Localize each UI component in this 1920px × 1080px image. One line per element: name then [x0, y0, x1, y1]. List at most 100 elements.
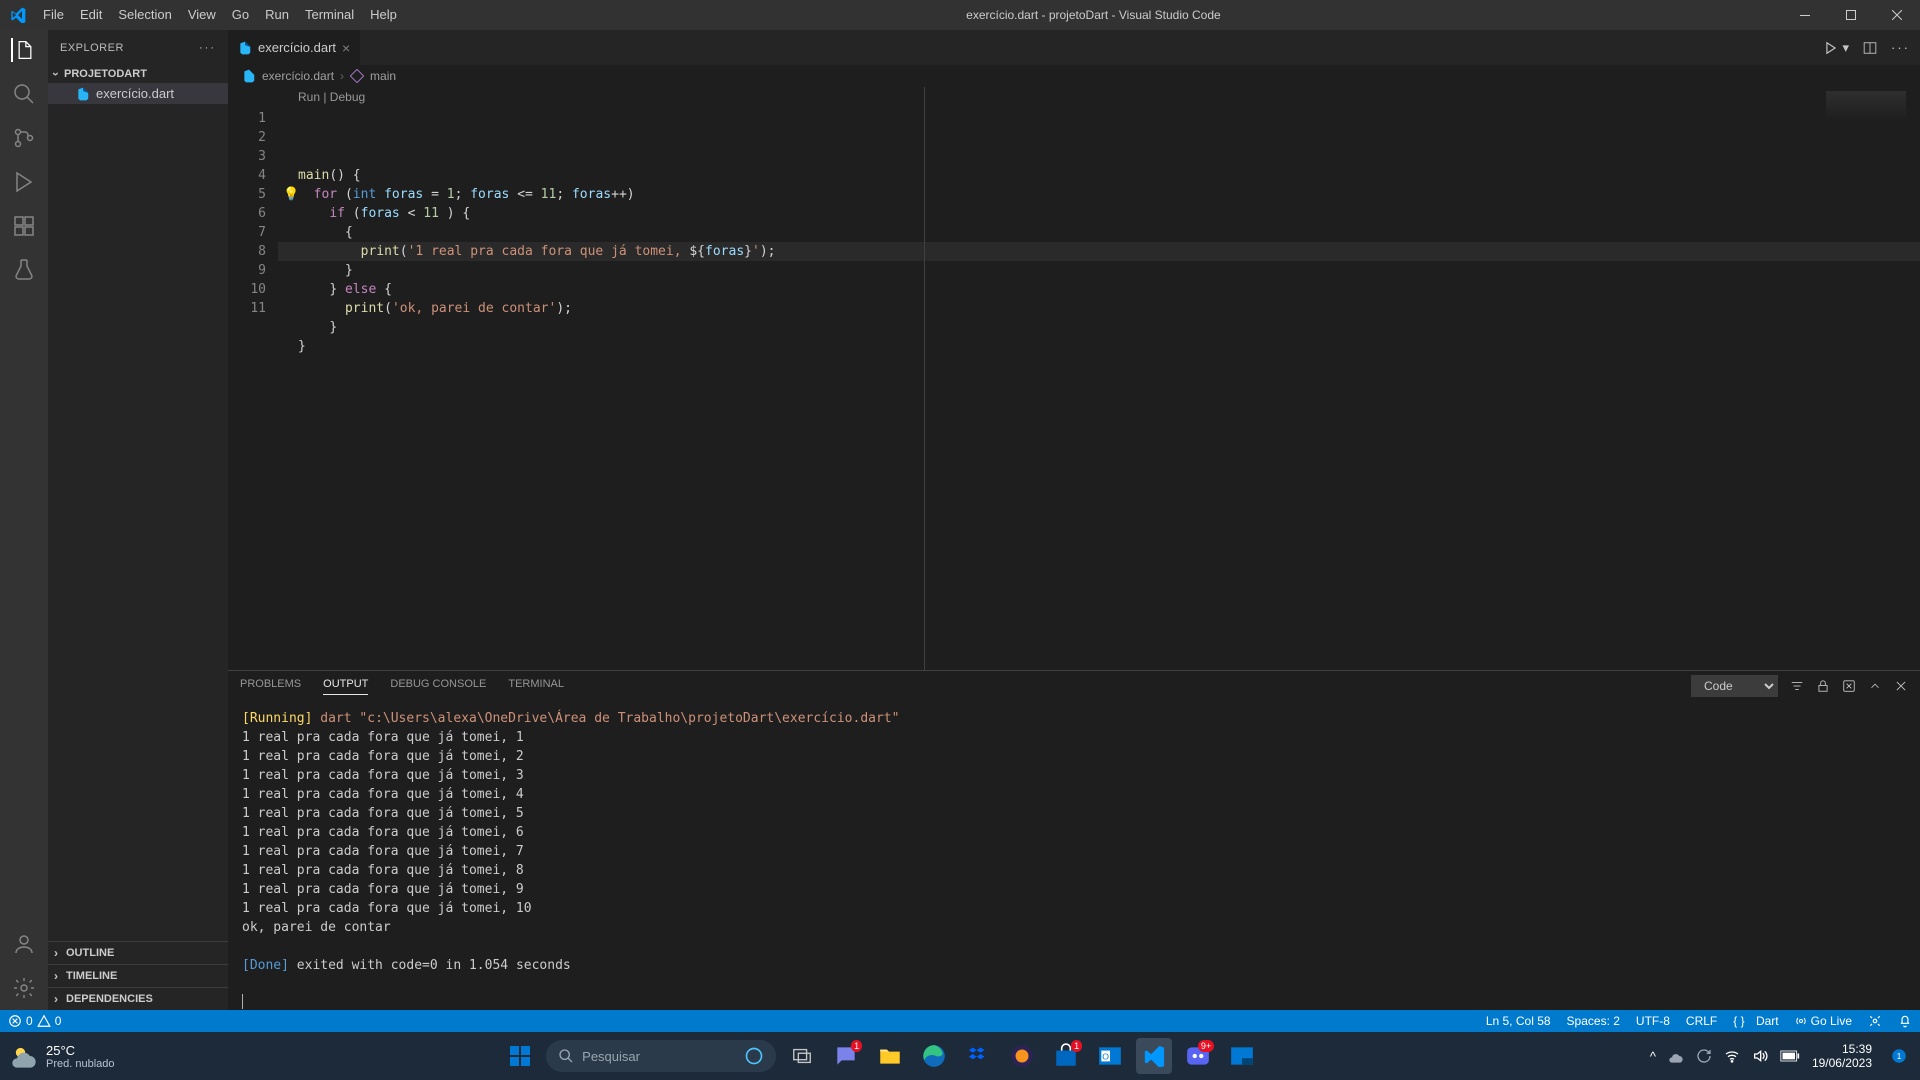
status-spaces[interactable]: Spaces: 2 — [1559, 1014, 1628, 1028]
menu-edit[interactable]: Edit — [72, 0, 110, 30]
source-control-icon[interactable] — [12, 126, 36, 150]
taskbar-clock[interactable]: 15:39 19/06/2023 — [1812, 1042, 1878, 1070]
panel-tab-debug-console[interactable]: DEBUG CONSOLE — [390, 678, 486, 695]
sidebar-section-dependencies[interactable]: DEPENDENCIES — [48, 987, 228, 1010]
status-feedback-icon[interactable] — [1860, 1014, 1890, 1028]
taskbar-app-edge[interactable] — [916, 1038, 952, 1074]
extensions-icon[interactable] — [12, 214, 36, 238]
code-line[interactable]: print('ok, parei de contar'); — [278, 299, 1920, 318]
tray-onedrive-icon[interactable] — [1668, 1048, 1684, 1064]
menu-view[interactable]: View — [180, 0, 224, 30]
code-line[interactable]: { — [278, 223, 1920, 242]
code-editor[interactable]: Run | Debug 💡 1234567891011 main() { for… — [228, 87, 1920, 670]
status-bell-icon[interactable] — [1890, 1014, 1920, 1028]
project-folder[interactable]: PROJETODART — [48, 65, 228, 83]
split-editor-icon[interactable] — [1863, 41, 1877, 55]
window-controls — [1782, 0, 1920, 30]
menu-go[interactable]: Go — [224, 0, 257, 30]
line-gutter: 1234567891011 — [228, 87, 278, 670]
taskbar-app-eclipse[interactable] — [1004, 1038, 1040, 1074]
panel-tab-output[interactable]: OUTPUT — [323, 678, 368, 695]
status-cursor[interactable]: Ln 5, Col 58 — [1478, 1014, 1559, 1028]
code-line[interactable]: } — [278, 261, 1920, 280]
code-line[interactable]: if (foras < 11 ) { — [278, 204, 1920, 223]
lock-icon[interactable] — [1816, 679, 1830, 693]
maximize-panel-icon[interactable] — [1868, 679, 1882, 693]
tray-notifications-icon[interactable]: 1 — [1890, 1047, 1908, 1065]
taskbar-temp: 25°C — [46, 1043, 115, 1058]
run-icon[interactable] — [1824, 41, 1838, 55]
code-line[interactable]: } else { — [278, 280, 1920, 299]
code-content[interactable]: main() { for (int foras = 1; foras <= 11… — [278, 87, 1920, 670]
sidebar-section-outline[interactable]: OUTLINE — [48, 941, 228, 964]
more-actions-icon[interactable]: ··· — [1891, 40, 1910, 55]
status-language[interactable]: { } Dart — [1725, 1014, 1786, 1028]
minimap[interactable] — [1826, 91, 1906, 121]
maximize-button[interactable] — [1828, 0, 1874, 30]
breadcrumb[interactable]: exercício.dart › main — [228, 65, 1920, 87]
taskbar-app-vscode[interactable] — [1136, 1038, 1172, 1074]
project-name: PROJETODART — [64, 68, 147, 80]
menu-run[interactable]: Run — [257, 0, 297, 30]
run-dropdown-icon[interactable]: ▾ — [1842, 40, 1849, 56]
menu-help[interactable]: Help — [362, 0, 405, 30]
run-debug-icon[interactable] — [12, 170, 36, 194]
close-button[interactable] — [1874, 0, 1920, 30]
taskbar-date: 19/06/2023 — [1812, 1056, 1872, 1070]
output-content[interactable]: [Running] dart "c:\Users\alexa\OneDrive\… — [228, 701, 1920, 1010]
close-tab-icon[interactable]: × — [342, 40, 350, 56]
task-view-icon[interactable] — [784, 1038, 820, 1074]
editor-actions: ▾ ··· — [1814, 30, 1920, 65]
code-line[interactable]: main() { — [278, 166, 1920, 185]
svg-text:O: O — [1102, 1051, 1109, 1061]
settings-gear-icon[interactable] — [12, 976, 36, 1000]
file-item[interactable]: exercício.dart — [48, 83, 228, 104]
chevron-right-icon: › — [340, 69, 344, 83]
cortana-icon[interactable] — [744, 1046, 764, 1066]
explorer-icon[interactable] — [11, 38, 35, 62]
accounts-icon[interactable] — [12, 932, 36, 956]
sidebar-section-timeline[interactable]: TIMELINE — [48, 964, 228, 987]
menu-file[interactable]: File — [35, 0, 72, 30]
testing-icon[interactable] — [12, 258, 36, 282]
start-button[interactable] — [502, 1038, 538, 1074]
minimize-button[interactable] — [1782, 0, 1828, 30]
taskbar-weather[interactable]: 25°C Pred. nublado — [0, 1042, 125, 1070]
menu-terminal[interactable]: Terminal — [297, 0, 362, 30]
tray-wifi-icon[interactable] — [1724, 1048, 1740, 1064]
more-icon[interactable]: ··· — [199, 42, 216, 54]
code-line[interactable]: for (int foras = 1; foras <= 11; foras++… — [278, 185, 1920, 204]
status-golive[interactable]: Go Live — [1787, 1014, 1860, 1028]
search-icon — [558, 1048, 574, 1064]
taskbar-search[interactable]: Pesquisar — [546, 1040, 776, 1072]
code-line[interactable]: } — [278, 318, 1920, 337]
output-channel-select[interactable]: Code — [1691, 675, 1778, 697]
filter-icon[interactable] — [1790, 679, 1804, 693]
code-line[interactable]: } — [278, 337, 1920, 356]
status-errors[interactable]: 0 0 — [0, 1014, 69, 1028]
taskbar-app-chat[interactable]: 1 — [828, 1038, 864, 1074]
taskbar-app-discord[interactable]: 9+ — [1180, 1038, 1216, 1074]
taskbar-app-dropbox[interactable] — [960, 1038, 996, 1074]
taskbar-app-outlook[interactable]: O — [1092, 1038, 1128, 1074]
tray-update-icon[interactable] — [1696, 1048, 1712, 1064]
panel-tab-terminal[interactable]: TERMINAL — [508, 678, 564, 695]
taskbar-app-outlook-pre[interactable] — [1224, 1038, 1260, 1074]
taskbar-app-store[interactable]: 1 — [1048, 1038, 1084, 1074]
tray-chevron-icon[interactable]: ^ — [1650, 1049, 1656, 1064]
editor-tab[interactable]: exercício.dart × — [228, 30, 361, 65]
status-encoding[interactable]: UTF-8 — [1628, 1014, 1678, 1028]
tray-volume-icon[interactable] — [1752, 1048, 1768, 1064]
search-icon[interactable] — [12, 82, 36, 106]
symbol-method-icon — [350, 69, 364, 83]
status-eol[interactable]: CRLF — [1678, 1014, 1725, 1028]
tray-battery-icon[interactable] — [1780, 1050, 1800, 1062]
close-panel-icon[interactable] — [1894, 679, 1908, 693]
menu-selection[interactable]: Selection — [110, 0, 179, 30]
panel-tab-problems[interactable]: PROBLEMS — [240, 678, 301, 695]
taskbar-weather-desc: Pred. nublado — [46, 1058, 115, 1070]
code-line[interactable]: print('1 real pra cada fora que já tomei… — [278, 242, 1920, 261]
menubar: FileEditSelectionViewGoRunTerminalHelp — [35, 0, 405, 30]
clear-output-icon[interactable] — [1842, 679, 1856, 693]
taskbar-app-explorer[interactable] — [872, 1038, 908, 1074]
